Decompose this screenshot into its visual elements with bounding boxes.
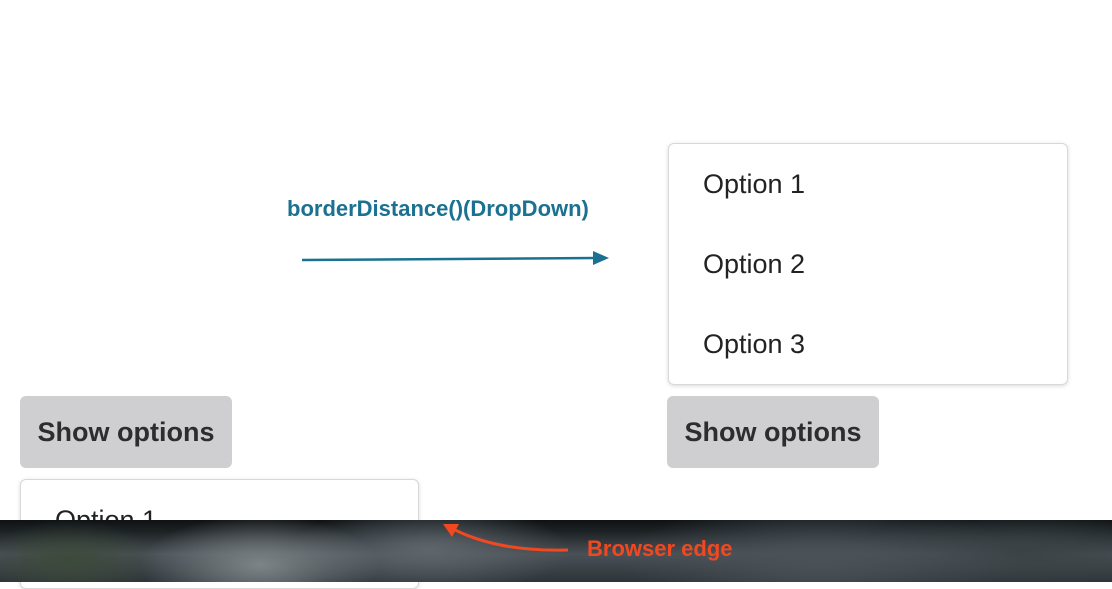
border-distance-arrow-line (301, 256, 597, 262)
show-options-button-right[interactable]: Show options (667, 396, 879, 468)
show-options-button-left[interactable]: Show options (20, 396, 232, 468)
border-distance-arrow-head (593, 251, 609, 265)
dropdown-option-1[interactable]: Option 1 (703, 169, 805, 199)
browser-edge-background (0, 520, 1112, 582)
dropdown-option-2[interactable]: Option 2 (703, 249, 805, 279)
dropdown-option-3[interactable]: Option 3 (703, 329, 805, 359)
dropdown-menu-open: Option 1 Option 2 Option 3 (668, 143, 1068, 385)
border-distance-label: borderDistance()(DropDown) (287, 196, 589, 221)
browser-edge-label: Browser edge (587, 536, 733, 561)
